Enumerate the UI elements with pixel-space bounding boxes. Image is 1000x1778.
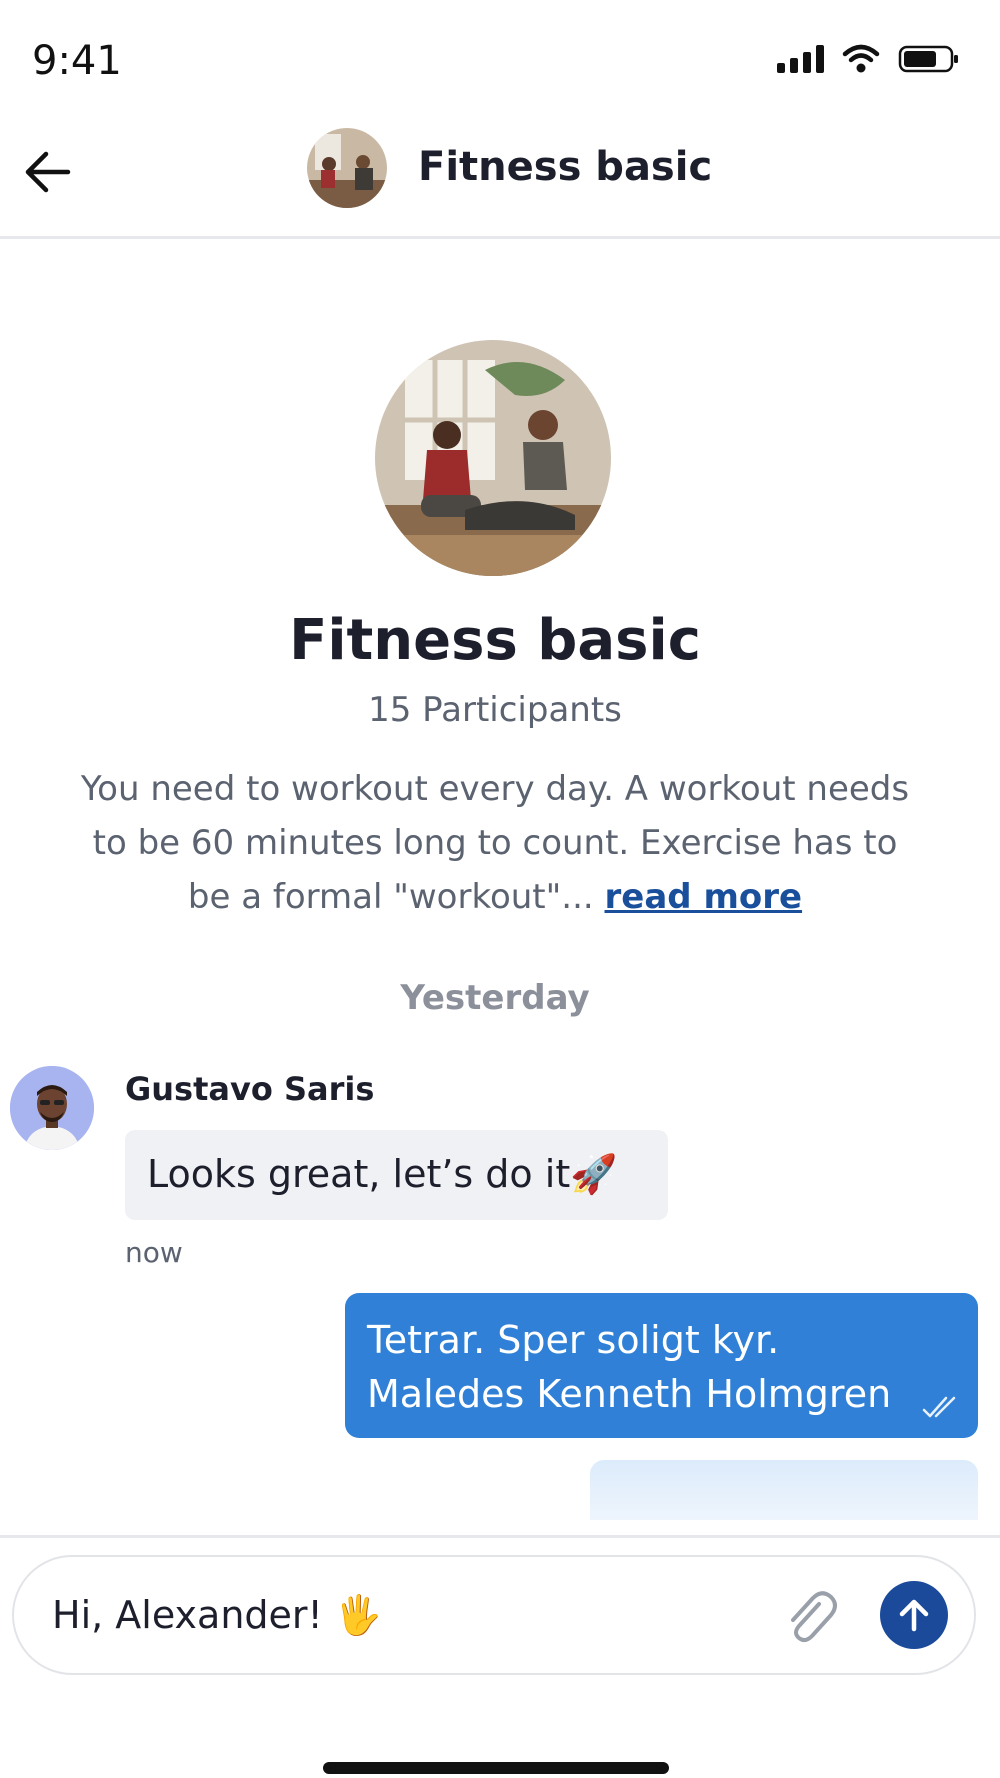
status-time: 9:41 <box>32 38 122 84</box>
read-more-link[interactable]: read more <box>605 877 803 917</box>
attach-button[interactable] <box>774 1581 844 1651</box>
chat-header: Fitness basic <box>0 120 1000 239</box>
arrow-left-icon <box>25 151 71 193</box>
send-button[interactable] <box>880 1581 948 1649</box>
wifi-icon <box>842 44 880 73</box>
incoming-message-bubble[interactable]: Looks great, let’s do it🚀 <box>125 1130 668 1220</box>
arrow-up-icon <box>899 1599 929 1632</box>
header-title: Fitness basic <box>418 144 713 190</box>
group-avatar-small[interactable] <box>307 128 387 208</box>
incoming-message-text: Looks great, let’s do it🚀 <box>147 1152 618 1196</box>
day-divider: Yesterday <box>400 978 590 1018</box>
battery-icon <box>898 45 958 73</box>
composer-divider <box>0 1535 1000 1538</box>
home-indicator <box>323 1762 669 1774</box>
paperclip-icon <box>791 1591 837 1643</box>
group-title: Fitness basic <box>289 608 701 673</box>
outgoing-message-bubble[interactable]: Tetrar. Sper soligt kyr. Maledes Kenneth… <box>345 1293 978 1438</box>
outgoing-message-line-2: Maledes Kenneth Holmgren <box>367 1372 892 1416</box>
participants-count: 15 Participants <box>368 690 622 730</box>
message-time: now <box>125 1236 183 1269</box>
chat-screen: 9:41 Fitness basic Fitness basic 15 Part… <box>0 0 1000 1778</box>
back-button[interactable] <box>18 142 78 202</box>
sender-avatar[interactable] <box>10 1066 94 1150</box>
status-bar: 9:41 <box>0 0 1000 120</box>
message-input[interactable]: Hi, Alexander! 🖐 <box>12 1555 976 1675</box>
sender-name: Gustavo Saris <box>125 1070 375 1108</box>
message-input-value[interactable]: Hi, Alexander! 🖐 <box>52 1593 382 1638</box>
status-icons <box>777 44 960 74</box>
group-avatar <box>375 340 611 576</box>
signal-icon <box>777 45 824 73</box>
outgoing-message-line-1: Tetrar. Sper soligt kyr. <box>367 1318 780 1362</box>
double-check-icon <box>922 1396 956 1418</box>
group-description: You need to workout every day. A workout… <box>70 762 920 924</box>
outgoing-message-bubble-partial <box>590 1460 978 1520</box>
